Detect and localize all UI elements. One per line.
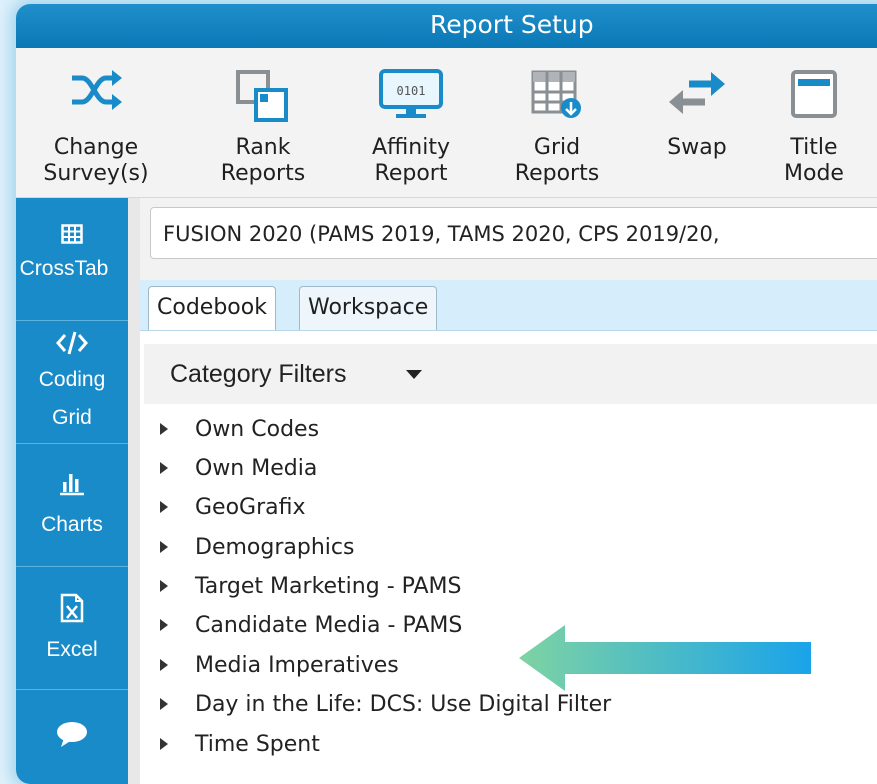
rank-reports-label: Rank Reports [220,135,306,186]
swap-button[interactable]: Swap [642,48,752,197]
sidebar-item-label: Coding Grid [38,368,106,429]
expand-triangle-icon[interactable] [160,541,168,553]
tree-item-demographics[interactable]: Demographics [140,528,877,567]
rank-reports-button[interactable]: Rank Reports [198,48,328,197]
excel-icon [16,593,128,627]
tab-workspace[interactable]: Workspace [299,286,438,330]
sidebar: CrossTab Coding Grid Charts Excel [16,198,128,784]
expand-triangle-icon[interactable] [160,698,168,710]
title-bar: Report Setup [16,4,877,48]
tab-codebook[interactable]: Codebook [148,286,276,330]
tree-item-label: Own Codes [195,417,320,442]
sidebar-item-charts[interactable]: Charts [16,444,128,567]
main-panel: FUSION 2020 (PAMS 2019, TAMS 2020, CPS 2… [140,198,877,784]
tabs-row: Codebook Workspace [140,280,877,331]
expand-triangle-icon[interactable] [160,501,168,513]
tree-item-label: Candidate Media - PAMS [195,613,463,638]
grid-reports-button[interactable]: Grid Reports [492,48,622,197]
affinity-report-icon: 0101 [378,68,444,124]
tree-item-own-media[interactable]: Own Media [140,449,877,488]
toolbar: Change Survey(s) Rank Reports 0101 Affin… [16,48,877,198]
caret-down-icon [406,370,422,379]
survey-selector[interactable]: FUSION 2020 (PAMS 2019, TAMS 2020, CPS 2… [150,207,877,259]
sidebar-item-crosstab[interactable]: CrossTab [16,198,128,321]
sidebar-item-chat[interactable] [16,690,128,784]
shuffle-icon [68,68,124,116]
expand-triangle-icon[interactable] [160,462,168,474]
tree-item-time-spent[interactable]: Time Spent [140,725,877,764]
category-filters-label: Category Filters [170,360,347,388]
expand-triangle-icon[interactable] [160,423,168,435]
affinity-report-button[interactable]: 0101 Affinity Report [346,48,476,197]
change-surveys-label: Change Survey(s) [43,135,149,186]
tree-item-label: Own Media [195,456,318,481]
bar-chart-icon [16,470,128,500]
tree-item-label: Target Marketing - PAMS [195,574,462,599]
grid-reports-icon [529,68,585,124]
change-surveys-button[interactable]: Change Survey(s) [22,48,170,197]
sidebar-item-excel[interactable]: Excel [16,567,128,690]
window-title: Report Setup [430,10,594,39]
sidebar-item-label: Excel [46,638,98,661]
expand-triangle-icon[interactable] [160,580,168,592]
sidebar-divider [128,198,140,784]
title-mode-label: Title Mode [784,135,844,186]
grid-reports-label: Grid Reports [514,135,600,186]
expand-triangle-icon[interactable] [160,738,168,750]
table-icon [16,224,128,248]
code-icon [16,329,128,361]
tree-item-label: Time Spent [195,732,320,757]
title-mode-button[interactable]: Title Mode [764,48,864,197]
sidebar-item-label: CrossTab [19,257,109,280]
sidebar-item-coding-grid[interactable]: Coding Grid [16,321,128,444]
expand-triangle-icon[interactable] [160,659,168,671]
tree-item-own-codes[interactable]: Own Codes [140,410,877,449]
tree-item-label: Demographics [195,535,355,560]
category-filters-dropdown[interactable]: Category Filters [144,344,877,404]
tree-item-label: GeoGrafix [195,495,306,520]
expand-triangle-icon[interactable] [160,619,168,631]
rank-reports-icon [234,68,292,130]
svg-text:0101: 0101 [397,84,426,98]
swap-label: Swap [667,135,727,160]
affinity-report-label: Affinity Report [371,135,451,186]
swap-icon [667,68,727,122]
tree-item-label: Media Imperatives [195,653,399,678]
tree-item-geografix[interactable]: GeoGrafix [140,488,877,527]
sidebar-item-label: Charts [41,513,103,536]
tree-item-target-marketing[interactable]: Target Marketing - PAMS [140,567,877,606]
annotation-arrow-icon [519,625,811,691]
survey-bar: FUSION 2020 (PAMS 2019, TAMS 2020, CPS 2… [140,198,877,280]
title-mode-icon [789,68,839,124]
chat-icon [16,720,128,752]
